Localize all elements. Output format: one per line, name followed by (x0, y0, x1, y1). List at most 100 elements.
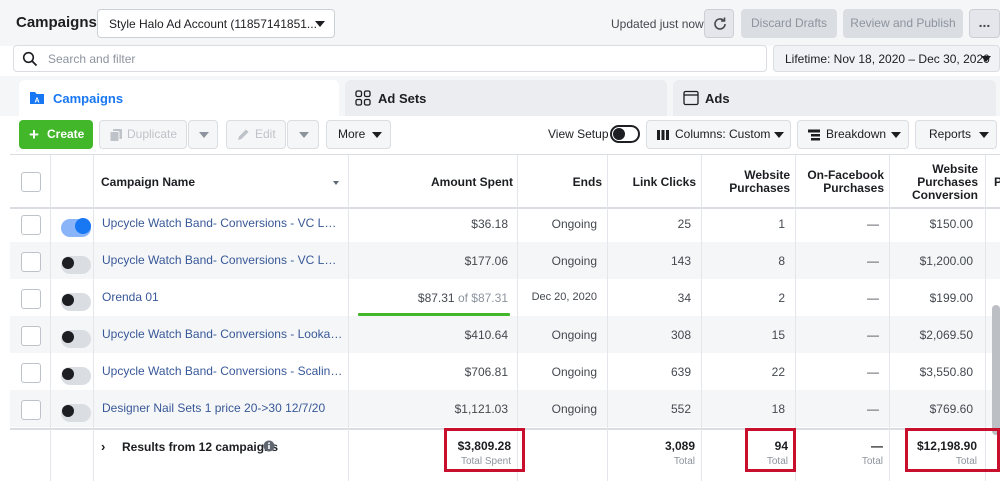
conversion-cell: $150.00 (929, 217, 973, 231)
edit-icon (238, 129, 249, 140)
toggle-knob (613, 128, 625, 140)
total-onfb-purchases: — (871, 439, 883, 453)
column-header-campaign-name[interactable]: Campaign Name (101, 176, 195, 189)
columns-button[interactable]: Columns: Custom (646, 120, 791, 149)
table-row[interactable]: Designer Nail Sets 1 price 20->30 12/7/2… (10, 390, 1000, 427)
column-header-ends[interactable]: Ends (525, 176, 602, 189)
edit-label: Edit (255, 127, 276, 141)
table-row[interactable]: Upcycle Watch Band- Conversions - Lookal… (10, 316, 1000, 353)
conversion-cell: $2,069.50 (919, 328, 973, 342)
sort-caret-icon[interactable] (333, 181, 339, 185)
link-clicks-cell: 143 (670, 254, 691, 268)
amount-spent-cell: $36.18 (471, 217, 508, 231)
refresh-button[interactable] (704, 9, 734, 38)
view-setup-toggle[interactable] (610, 125, 640, 143)
chevron-down-icon (981, 56, 991, 62)
highlight-total-purchases (745, 428, 796, 472)
campaign-toggle[interactable] (61, 330, 91, 348)
amount-spent-cell: $177.06 (464, 254, 508, 268)
date-range-label: Lifetime: Nov 18, 2020 – Dec 30, 2020 (785, 52, 990, 66)
conversion-cell: $1,200.00 (919, 254, 973, 268)
vertical-scrollbar[interactable] (992, 305, 1000, 435)
results-label: Results from 12 campaigns (122, 440, 279, 454)
ends-cell: Ongoing (551, 328, 597, 342)
select-all-checkbox[interactable] (21, 172, 41, 192)
amount-spent-cell: $1,121.03 (454, 402, 508, 416)
campaign-name-link[interactable]: Upcycle Watch Band- Conversions - Lookal… (102, 327, 344, 341)
row-checkbox[interactable] (21, 289, 41, 309)
total-link-clicks-sub: Total (673, 456, 695, 467)
table-row[interactable]: Upcycle Watch Band- Conversions - VC LAA… (10, 205, 1000, 242)
column-header-link-clicks[interactable]: Link Clicks (610, 176, 696, 189)
create-button[interactable]: + Create (19, 120, 93, 149)
campaign-name-link[interactable]: Upcycle Watch Band- Conversions - Scalin… (102, 364, 344, 378)
row-checkbox[interactable] (21, 400, 41, 420)
column-header-website-purchases-conversion[interactable]: Website Purchases Conversion (890, 163, 978, 202)
campaign-toggle[interactable] (61, 367, 91, 385)
table-row[interactable]: Upcycle Watch Band- Conversions - VC LAA… (10, 242, 1000, 279)
amount-spent-value: $87.31 (417, 291, 455, 305)
duplicate-dropdown-button[interactable] (188, 120, 218, 149)
amount-spent-cell: $410.64 (464, 328, 508, 342)
row-checkbox[interactable] (21, 252, 41, 272)
tab-label: Ad Sets (378, 91, 427, 106)
total-link-clicks: 3,089 (664, 439, 695, 453)
edit-button[interactable]: Edit (226, 120, 286, 149)
search-input[interactable] (48, 50, 748, 68)
campaign-toggle[interactable] (61, 218, 91, 237)
campaigns-icon: A (30, 92, 44, 105)
more-button[interactable]: More (326, 120, 391, 149)
chevron-down-icon (891, 132, 901, 138)
reports-button[interactable]: Reports (915, 120, 997, 149)
header-line: On-Facebook (807, 168, 884, 182)
campaign-toggle[interactable] (61, 293, 91, 311)
discard-drafts-button[interactable]: Discard Drafts (741, 9, 837, 38)
onfb-purchases-cell: — (867, 328, 879, 342)
column-header-onfb-purchases[interactable]: On-Facebook Purchases (800, 169, 884, 195)
duplicate-button[interactable]: Duplicate (99, 120, 187, 149)
conversion-cell: $199.00 (929, 291, 973, 305)
onfb-purchases-cell: — (867, 217, 879, 231)
breakdown-button[interactable]: Breakdown (797, 120, 909, 149)
table-header: Campaign Name Amount Spent Ends Link Cli… (10, 155, 1000, 209)
row-checkbox[interactable] (21, 326, 41, 346)
info-icon[interactable] (263, 440, 275, 452)
campaign-name-link[interactable]: Upcycle Watch Band- Conversions - VC LAA… (102, 253, 344, 267)
search-bar[interactable] (13, 45, 767, 72)
onfb-purchases-cell: — (867, 291, 879, 305)
conversion-cell: $3,550.80 (919, 365, 973, 379)
tab-ad-sets[interactable]: Ad Sets (345, 80, 667, 116)
table-row[interactable]: Orenda 01 $87.31 of $87.31 Dec 20, 2020 … (10, 279, 1000, 316)
column-header-amount-spent[interactable]: Amount Spent (390, 176, 513, 189)
chevron-down-icon (979, 132, 989, 138)
campaign-name-link[interactable]: Upcycle Watch Band- Conversions - VC LAA… (102, 216, 344, 230)
campaign-name-link[interactable]: Orenda 01 (102, 290, 344, 304)
column-header-website-purchases[interactable]: Website Purchases (710, 169, 790, 195)
campaign-name-link[interactable]: Designer Nail Sets 1 price 20->30 12/7/2… (102, 401, 344, 415)
column-header-extra[interactable]: P (994, 176, 1000, 189)
ends-cell: Ongoing (551, 402, 597, 416)
column-divider (607, 155, 608, 481)
campaign-toggle[interactable] (61, 404, 91, 422)
link-clicks-cell: 34 (677, 291, 691, 305)
onfb-purchases-cell: — (867, 365, 879, 379)
edit-dropdown-button[interactable] (287, 120, 319, 149)
ends-cell: Ongoing (551, 217, 597, 231)
tab-campaigns[interactable]: A Campaigns (19, 80, 339, 116)
row-checkbox[interactable] (21, 215, 41, 235)
date-range-picker[interactable]: Lifetime: Nov 18, 2020 – Dec 30, 2020 (773, 45, 1000, 72)
chevron-right-icon[interactable]: › (101, 439, 105, 454)
account-select[interactable]: Style Halo Ad Account (11857141851... (97, 9, 335, 38)
tab-ads[interactable]: Ads (673, 80, 996, 116)
website-purchases-cell: 8 (778, 254, 785, 268)
tab-label: Ads (705, 91, 730, 106)
chevron-down-icon (199, 132, 209, 138)
row-checkbox[interactable] (21, 363, 41, 383)
review-publish-button[interactable]: Review and Publish (843, 9, 963, 38)
table-row[interactable]: Upcycle Watch Band- Conversions - Scalin… (10, 353, 1000, 390)
link-clicks-cell: 25 (677, 217, 691, 231)
chevron-down-icon (372, 132, 382, 138)
campaign-toggle[interactable] (61, 256, 91, 274)
more-options-button[interactable]: ... (969, 9, 1000, 38)
more-label: More (338, 127, 366, 141)
